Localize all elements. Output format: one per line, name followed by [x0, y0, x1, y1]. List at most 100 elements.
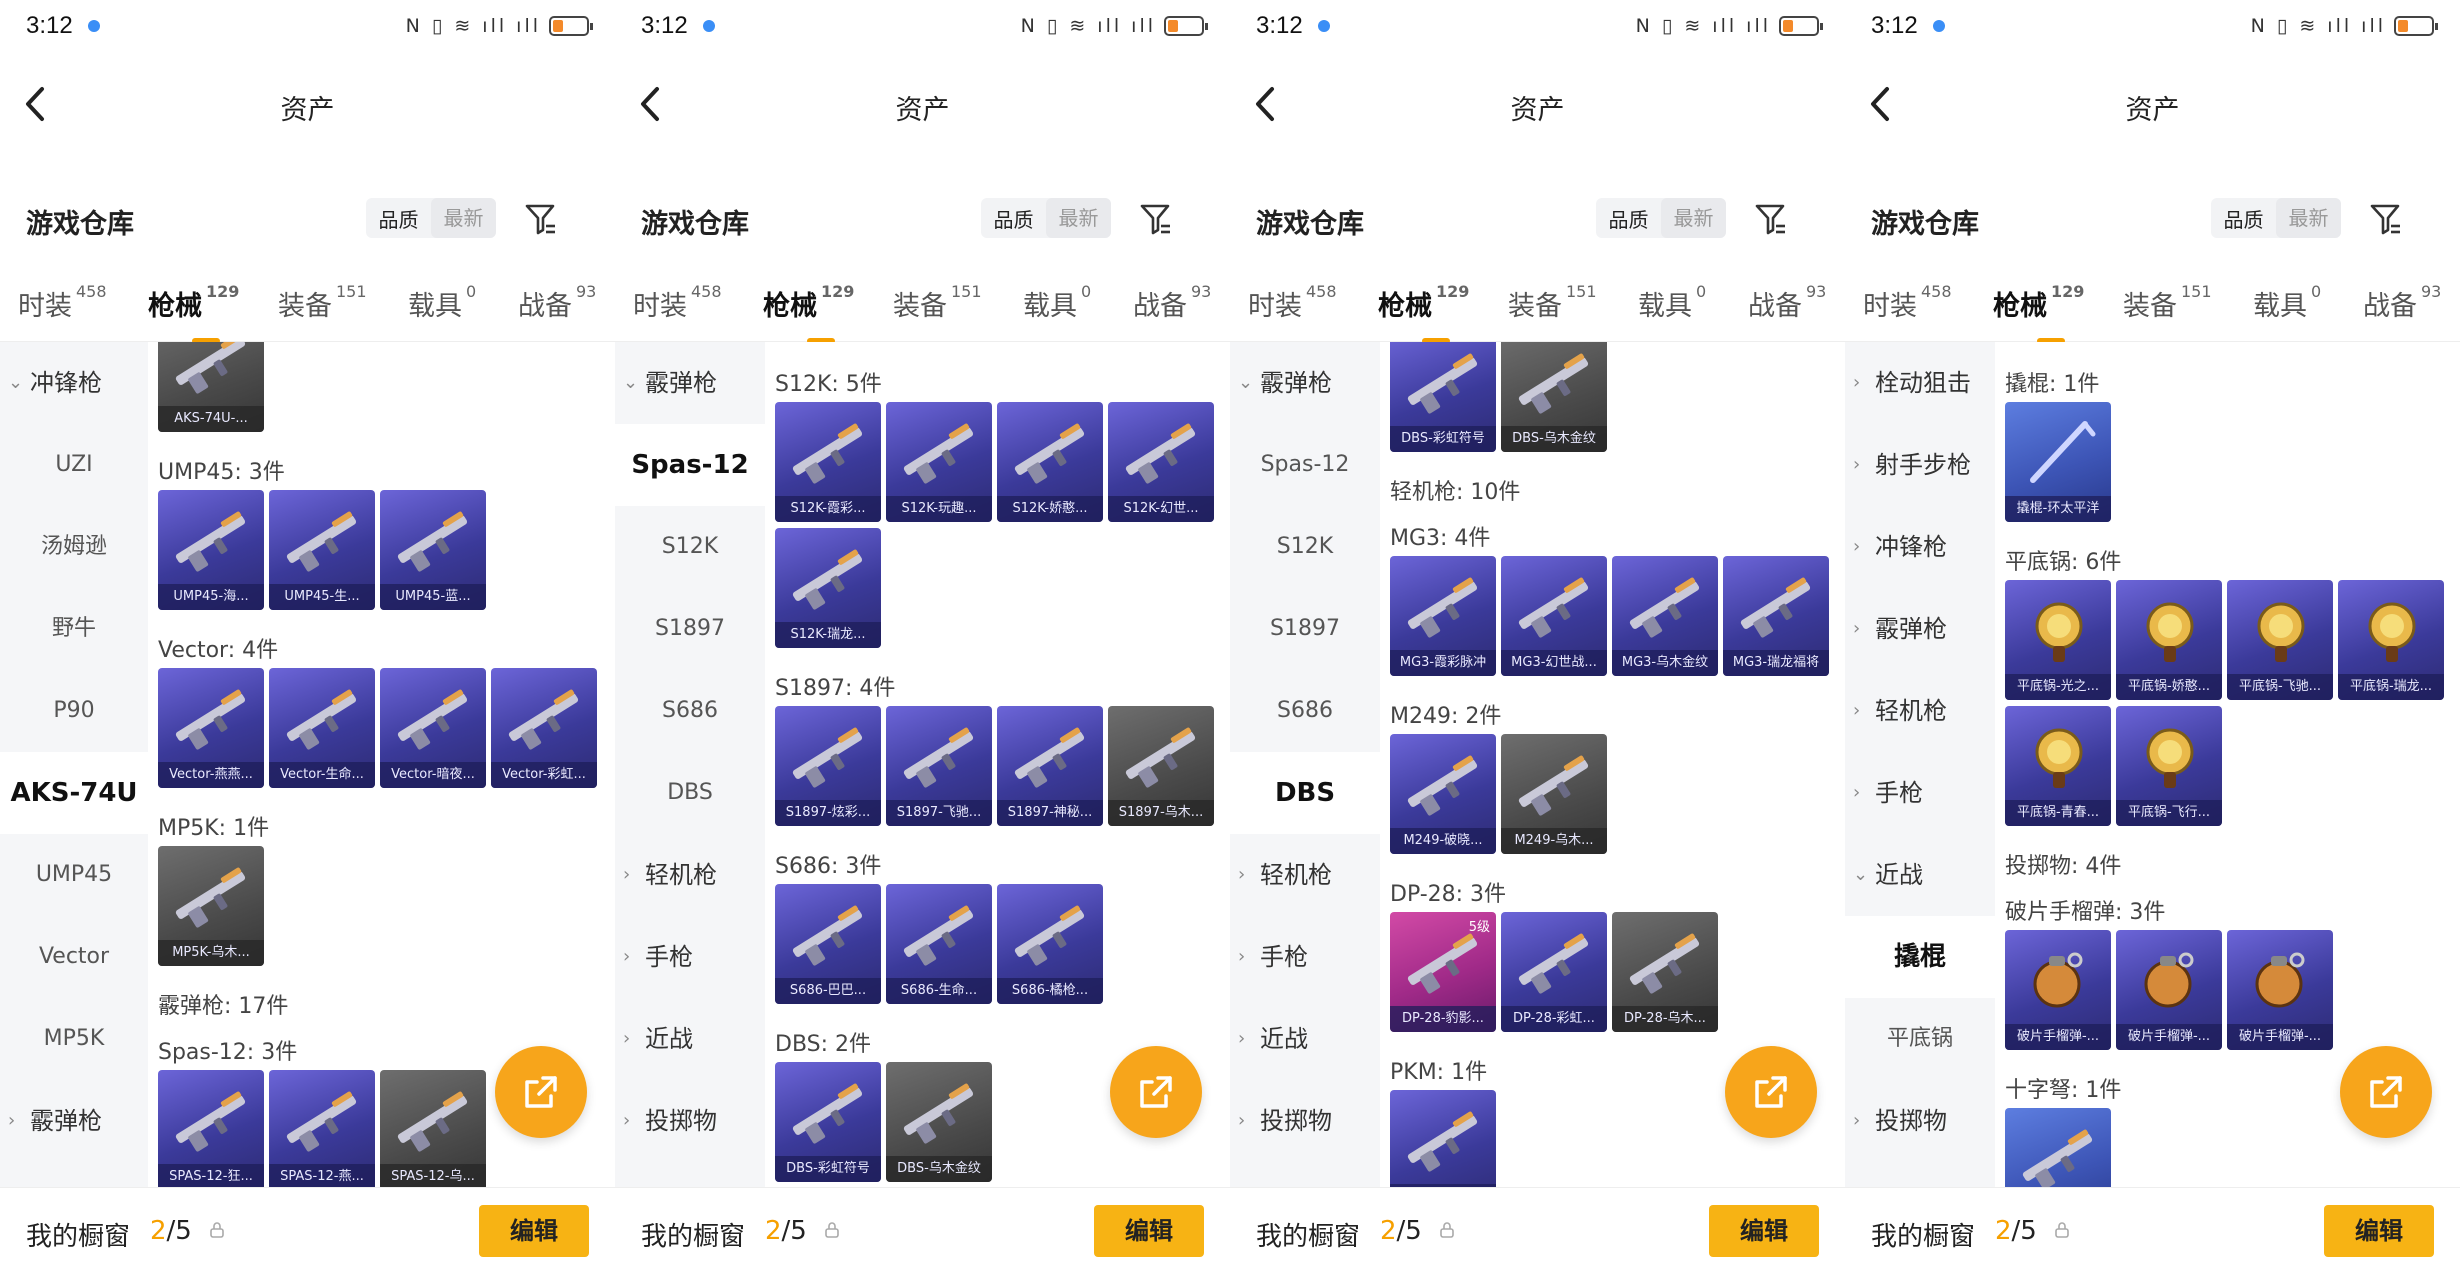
item-card[interactable]: 平底锅-飞行... — [2116, 706, 2222, 826]
tab-4[interactable]: 载具 0 — [2253, 282, 2321, 323]
item-card[interactable]: Vector-生命... — [269, 668, 375, 788]
item-card[interactable]: M249-乌木... — [1501, 734, 1607, 854]
item-card[interactable]: MG3-霞彩脉冲 — [1390, 556, 1496, 676]
tab-2[interactable]: 枪械 129 — [148, 282, 239, 344]
sidebar-item[interactable]: P90 — [0, 670, 148, 752]
item-card[interactable]: S1897-乌木... — [1108, 706, 1214, 826]
sidebar-item[interactable]: ⌄ 霰弹枪 — [615, 342, 765, 424]
item-card[interactable]: SPAS-12-燕... — [269, 1070, 375, 1187]
item-card[interactable]: 平底锅-青春... — [2005, 706, 2111, 826]
sort-latest-option[interactable]: 最新 — [431, 198, 496, 238]
sidebar-item[interactable]: UMP45 — [0, 834, 148, 916]
sidebar-item[interactable]: › 投掷物 — [1230, 1080, 1380, 1162]
sort-latest-option[interactable]: 最新 — [1661, 198, 1726, 238]
tab-3[interactable]: 装备 151 — [1508, 282, 1597, 323]
sort-quality-option[interactable]: 品质 — [366, 204, 431, 233]
sidebar-item[interactable]: › 近战 — [1230, 998, 1380, 1080]
item-card[interactable]: DP-28-彩虹... — [1501, 912, 1607, 1032]
sidebar-item[interactable]: › 近战 — [615, 998, 765, 1080]
item-card[interactable]: S1897-飞驰... — [886, 706, 992, 826]
sidebar-item[interactable]: › 手枪 — [1230, 916, 1380, 998]
item-card[interactable]: S1897-炫彩... — [775, 706, 881, 826]
item-card[interactable]: 5级 DP-28-豹影... — [1390, 912, 1496, 1032]
sidebar-item[interactable]: Spas-12 — [1230, 424, 1380, 506]
item-card[interactable]: Vector-彩虹... — [491, 668, 597, 788]
sidebar-item[interactable]: › 手枪 — [615, 916, 765, 998]
item-card[interactable]: 破片手榴弹-... — [2005, 930, 2111, 1050]
sort-quality-option[interactable]: 品质 — [981, 204, 1046, 233]
item-card[interactable]: MG3-幻世战... — [1501, 556, 1607, 676]
tab-1[interactable]: 时装 458 — [633, 282, 722, 323]
filter-icon[interactable] — [1139, 202, 1173, 236]
sidebar-item[interactable]: S1897 — [1230, 588, 1380, 670]
sidebar-item[interactable]: AKS-74U — [0, 752, 148, 834]
filter-icon[interactable] — [2369, 202, 2403, 236]
item-card[interactable]: S1897-神秘... — [997, 706, 1103, 826]
edit-button[interactable]: 编辑 — [1709, 1205, 1819, 1257]
tab-4[interactable]: 载具 0 — [408, 282, 476, 323]
sidebar-item[interactable]: › 霰弹枪 — [0, 1080, 148, 1162]
tab-1[interactable]: 时装 458 — [1863, 282, 1952, 323]
item-card[interactable]: 平底锅-光之... — [2005, 580, 2111, 700]
item-card[interactable]: UMP45-蓝... — [380, 490, 486, 610]
sidebar-item[interactable]: MP5K — [0, 998, 148, 1080]
item-card[interactable]: 平底锅-飞驰... — [2227, 580, 2333, 700]
share-button[interactable] — [1725, 1046, 1817, 1138]
tab-5[interactable]: 战备 93 — [1748, 282, 1826, 323]
tab-1[interactable]: 时装 458 — [18, 282, 107, 323]
item-card[interactable]: S686-生命... — [886, 884, 992, 1004]
share-button[interactable] — [495, 1046, 587, 1138]
tab-5[interactable]: 战备 93 — [518, 282, 596, 323]
share-button[interactable] — [2340, 1046, 2432, 1138]
item-card[interactable]: PKM-啾咪啾咪 — [1390, 1090, 1496, 1187]
item-card[interactable]: S686-巴巴... — [775, 884, 881, 1004]
item-card[interactable] — [2005, 1108, 2111, 1187]
item-card[interactable]: UMP45-海... — [158, 490, 264, 610]
item-card[interactable]: SPAS-12-狂... — [158, 1070, 264, 1187]
sidebar-item[interactable]: Spas-12 — [615, 424, 765, 506]
item-card[interactable]: 破片手榴弹-... — [2227, 930, 2333, 1050]
edit-button[interactable]: 编辑 — [1094, 1205, 1204, 1257]
item-card[interactable]: MP5K-乌木... — [158, 846, 264, 966]
tab-5[interactable]: 战备 93 — [1133, 282, 1211, 323]
sidebar-item[interactable]: S686 — [1230, 670, 1380, 752]
item-card[interactable]: DBS-彩虹符号 — [775, 1062, 881, 1182]
item-card[interactable]: DP-28-乌木... — [1612, 912, 1718, 1032]
item-card[interactable]: AKS-74U-... — [158, 342, 264, 432]
sort-latest-option[interactable]: 最新 — [2276, 198, 2341, 238]
item-card[interactable]: Vector-暗夜... — [380, 668, 486, 788]
item-card[interactable]: S12K-娇憨... — [997, 402, 1103, 522]
sidebar-item[interactable]: › 冲锋枪 — [1845, 506, 1995, 588]
sidebar-item[interactable]: S12K — [615, 506, 765, 588]
item-card[interactable]: S686-橘枪... — [997, 884, 1103, 1004]
sidebar-item[interactable]: UZI — [0, 424, 148, 506]
tab-5[interactable]: 战备 93 — [2363, 282, 2441, 323]
sidebar-item[interactable]: 汤姆逊 — [0, 506, 148, 588]
tab-2[interactable]: 枪械 129 — [1993, 282, 2084, 344]
sort-latest-option[interactable]: 最新 — [1046, 198, 1111, 238]
sidebar-item[interactable]: ⌄ 霰弹枪 — [1230, 342, 1380, 424]
item-card[interactable]: MG3-乌木金纹 — [1612, 556, 1718, 676]
item-card[interactable]: S12K-瑞龙... — [775, 528, 881, 648]
edit-button[interactable]: 编辑 — [2324, 1205, 2434, 1257]
tab-1[interactable]: 时装 458 — [1248, 282, 1337, 323]
sidebar-item[interactable]: ⌄ 近战 — [1845, 834, 1995, 916]
item-card[interactable]: 撬棍-环太平洋 — [2005, 402, 2111, 522]
item-card[interactable]: M249-破晓... — [1390, 734, 1496, 854]
sidebar-item[interactable]: 平底锅 — [1845, 998, 1995, 1080]
sidebar-item[interactable]: Vector — [0, 916, 148, 998]
item-card[interactable]: DBS-彩虹符号 — [1390, 342, 1496, 452]
sidebar-item[interactable]: S686 — [615, 670, 765, 752]
item-card[interactable]: MG3-瑞龙福将 — [1723, 556, 1829, 676]
sidebar-item[interactable]: › 投掷物 — [615, 1080, 765, 1162]
sidebar-item[interactable]: › 手枪 — [1845, 752, 1995, 834]
sidebar-item[interactable]: › 霰弹枪 — [1845, 588, 1995, 670]
sidebar-item[interactable]: › 射手步枪 — [1845, 424, 1995, 506]
item-card[interactable]: DBS-乌木金纹 — [886, 1062, 992, 1182]
sidebar-item[interactable]: › 投掷物 — [1845, 1080, 1995, 1162]
item-card[interactable]: UMP45-生... — [269, 490, 375, 610]
filter-icon[interactable] — [524, 202, 558, 236]
share-button[interactable] — [1110, 1046, 1202, 1138]
sidebar-item[interactable]: 野牛 — [0, 588, 148, 670]
tab-3[interactable]: 装备 151 — [2123, 282, 2212, 323]
